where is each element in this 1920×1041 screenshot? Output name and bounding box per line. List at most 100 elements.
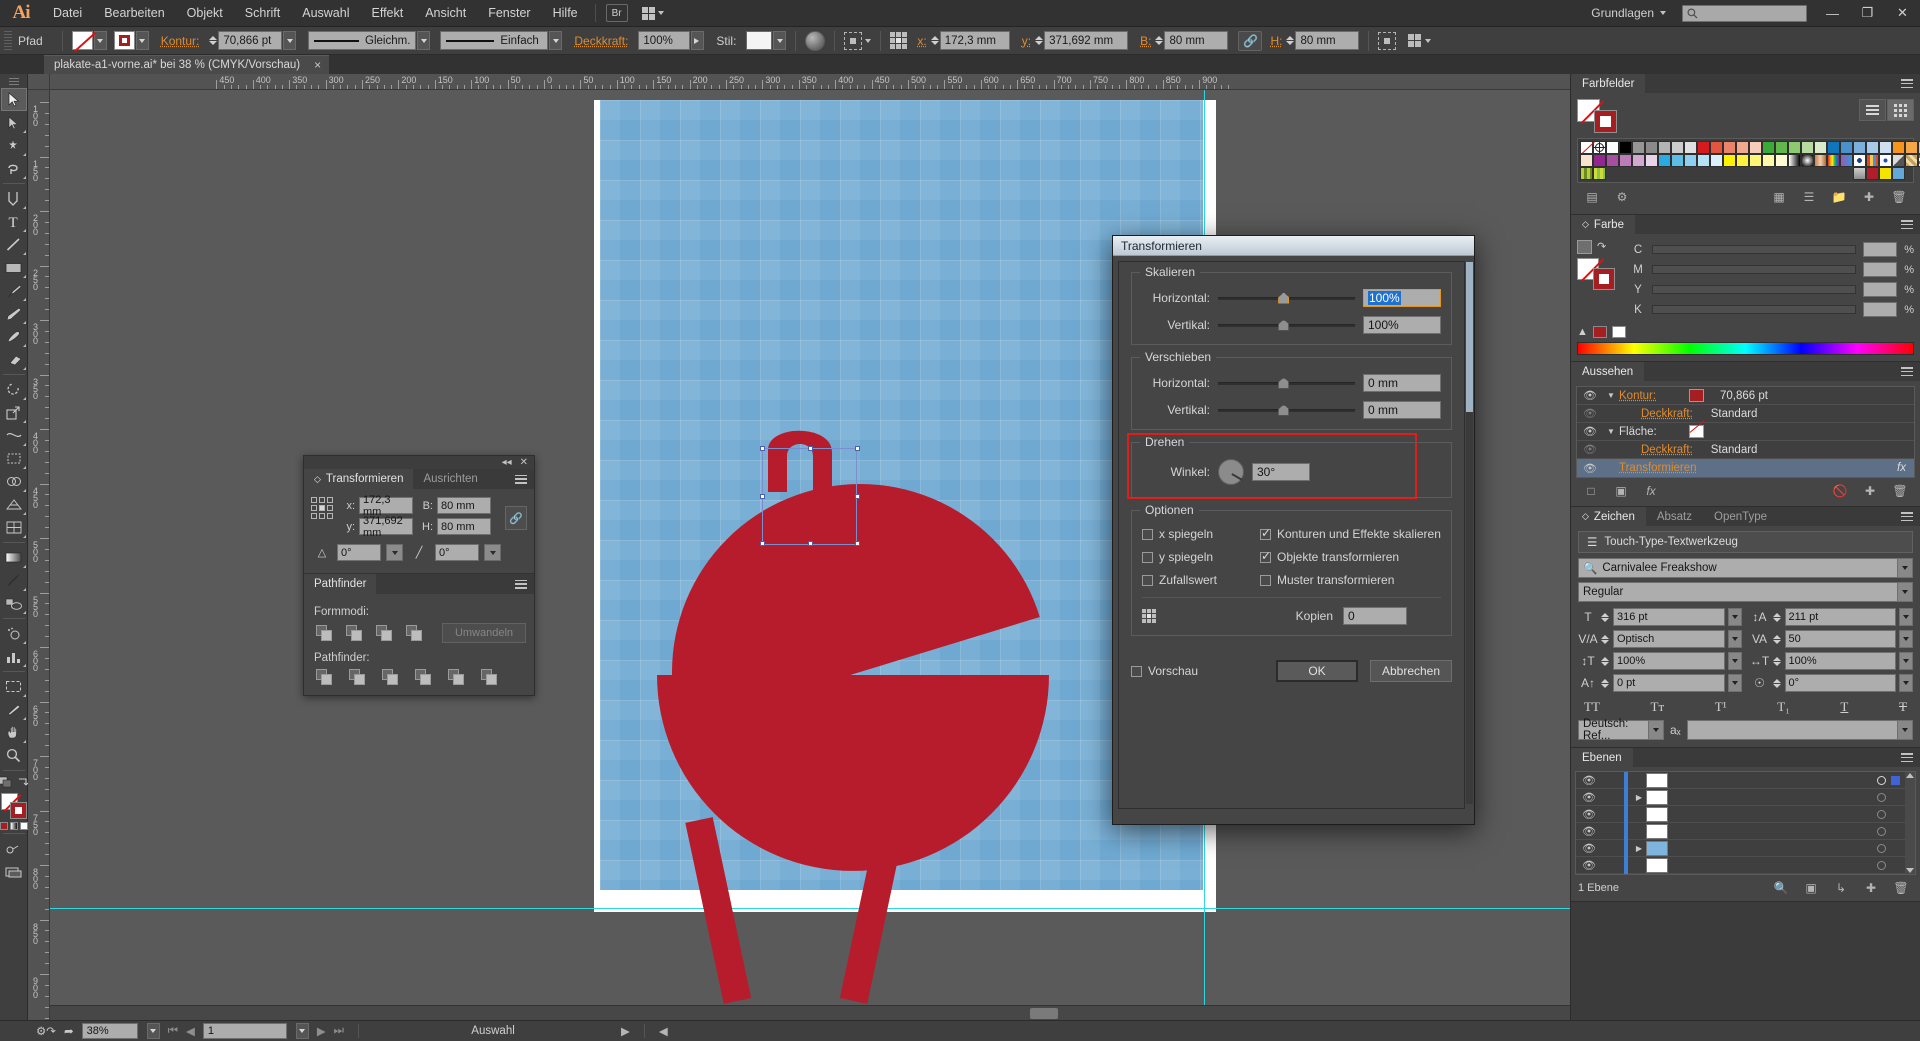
touch-type-tool-button[interactable]: ☰ Touch-Type-Textwerkzeug (1578, 531, 1913, 553)
free-transform-tool[interactable] (1, 447, 27, 470)
close-icon[interactable]: ✕ (520, 457, 528, 468)
appearance-opacity-label[interactable]: Deckkraft: (1641, 408, 1693, 420)
pencil-tool[interactable] (1, 302, 27, 325)
menu-objekt[interactable]: Objekt (176, 0, 234, 27)
arrange-documents-button[interactable] (638, 5, 668, 22)
stroke-profile-dropdown[interactable] (417, 31, 430, 50)
width-tool[interactable] (1, 424, 27, 447)
reference-point-selector[interactable] (890, 32, 907, 49)
menu-hilfe[interactable]: Hilfe (542, 0, 589, 27)
panel-menu-button[interactable] (515, 469, 534, 489)
dialog-title-bar[interactable]: Transformieren (1113, 236, 1474, 256)
screen-mode-icon[interactable] (1, 860, 27, 883)
swatch[interactable] (1710, 154, 1723, 167)
minus-back-icon[interactable] (481, 669, 498, 686)
swatch[interactable] (1775, 154, 1788, 167)
swatches-grid-container[interactable] (1577, 138, 1914, 183)
layer-visibility-icon[interactable]: 👁 (1576, 859, 1602, 872)
artboard-number-input[interactable]: 1 (203, 1023, 287, 1039)
preview-option[interactable]: Vorschau (1131, 664, 1198, 678)
swatch[interactable] (1658, 141, 1671, 154)
make-clipping-mask-icon[interactable]: ▣ (1796, 878, 1826, 898)
layer-visibility-icon[interactable]: 👁 (1576, 825, 1602, 838)
swatch[interactable] (1892, 141, 1905, 154)
swatch[interactable] (1892, 167, 1905, 180)
add-effect-icon[interactable]: fx (1636, 481, 1666, 501)
swatch-options-icon[interactable]: ☰ (1794, 187, 1824, 207)
x-input[interactable]: 172,3 mm (940, 31, 1010, 50)
artboard-dropdown[interactable] (296, 1023, 309, 1039)
close-icon[interactable]: × (314, 58, 321, 72)
pathfinder-menu-button[interactable] (515, 574, 534, 594)
appearance-stroke-label[interactable]: Kontur: (1619, 390, 1689, 402)
channel-c-input[interactable] (1863, 242, 1897, 257)
status-menu-icon[interactable]: ▶ (621, 1024, 630, 1038)
appearance-row-fill-opacity[interactable]: 👁 Deckkraft: Standard (1577, 441, 1914, 459)
chevron-down-icon[interactable] (1897, 559, 1912, 577)
swatch[interactable] (1619, 141, 1632, 154)
option-transform-objects[interactable]: Objekte transformieren (1260, 550, 1441, 564)
character-rotation-input[interactable]: 0° (1785, 674, 1897, 692)
vertical-ruler[interactable]: 100 150 200 250 300 350 400 450 500 550 600 650 700 7… (28, 90, 50, 1020)
swatch[interactable] (1866, 167, 1879, 180)
swatch[interactable] (1866, 141, 1879, 154)
swatch[interactable] (1723, 141, 1736, 154)
add-new-fill-icon[interactable]: ▣ (1606, 481, 1636, 501)
tab-ausrichten[interactable]: Ausrichten (413, 469, 487, 489)
transform-dialog[interactable]: Transformieren Skalieren Horizontal: 100… (1112, 235, 1475, 825)
control-bar-grip[interactable] (4, 31, 12, 51)
help-search-input[interactable] (1682, 5, 1807, 22)
scrollbar-thumb[interactable] (1030, 1008, 1058, 1019)
perspective-grid-tool[interactable] (1, 493, 27, 516)
transform-y-input[interactable]: 371,692 mm (359, 518, 413, 535)
symbol-sprayer-tool[interactable] (1, 622, 27, 645)
swatch[interactable] (1853, 167, 1866, 180)
horizontal-scale-stepper[interactable] (1773, 657, 1781, 666)
reference-point-selector-icon[interactable] (1142, 609, 1156, 623)
swatch[interactable] (1684, 141, 1697, 154)
stroke-weight-dropdown[interactable] (283, 31, 296, 50)
all-caps-icon[interactable]: TT (1584, 699, 1600, 715)
duplicate-item-icon[interactable]: ✚ (1855, 481, 1885, 501)
swatch[interactable] (1593, 154, 1606, 167)
add-new-stroke-icon[interactable]: □ (1576, 481, 1606, 501)
scale-vertical-slider[interactable] (1218, 318, 1355, 332)
swatch[interactable] (1762, 154, 1775, 167)
stroke-color-icon[interactable] (10, 802, 27, 819)
appearance-row-transform-effect[interactable]: 👁 Transformieren fx (1577, 459, 1914, 477)
brush-dropdown[interactable] (549, 31, 562, 50)
channel-m-slider[interactable] (1652, 265, 1856, 274)
channel-y-input[interactable] (1863, 282, 1897, 297)
channel-y-slider[interactable] (1652, 285, 1856, 294)
swatch[interactable] (1619, 154, 1632, 167)
font-family-select[interactable]: 🔍 Carnivalee Freakshow (1578, 558, 1913, 578)
create-new-layer-icon[interactable]: ✚ (1856, 878, 1886, 898)
tab-ebenen[interactable]: Ebenen (1571, 748, 1633, 767)
move-horizontal-input[interactable]: 0 mm (1363, 374, 1441, 392)
graphic-style-dropdown[interactable] (773, 31, 786, 50)
opacity-input[interactable]: 100% (638, 31, 690, 50)
character-rotation-stepper[interactable] (1773, 679, 1781, 688)
color-spectrum-bar[interactable] (1577, 342, 1914, 355)
next-artboard-icon[interactable]: ▶ (317, 1024, 326, 1038)
color-swap-icon[interactable] (1577, 240, 1592, 254)
color-mode-none-icon[interactable] (20, 822, 28, 830)
trim-icon[interactable] (349, 669, 366, 686)
grid-view-button[interactable] (1887, 99, 1914, 121)
baseline-shift-stepper[interactable] (1601, 679, 1609, 688)
blend-tool[interactable] (1, 592, 27, 615)
tracking-stepper[interactable] (1773, 635, 1781, 644)
align-icon[interactable] (844, 32, 862, 50)
transform-rotate-input[interactable]: 0° (337, 544, 381, 561)
appearance-menu-button[interactable] (1901, 362, 1920, 381)
swatch[interactable] (1580, 167, 1593, 180)
stroke-swatch[interactable] (1593, 268, 1615, 290)
stroke-dropdown[interactable] (136, 31, 149, 50)
rotate-angle-input[interactable]: 30° (1252, 463, 1310, 481)
color-menu-button[interactable] (1901, 215, 1920, 234)
restore-button[interactable]: ❐ (1850, 0, 1885, 27)
stroke-swatch[interactable] (1594, 110, 1617, 133)
checkbox-mirror-y[interactable] (1142, 552, 1153, 563)
language-select[interactable]: Deutsch: Ref... (1578, 720, 1664, 740)
swatch[interactable] (1866, 154, 1879, 167)
